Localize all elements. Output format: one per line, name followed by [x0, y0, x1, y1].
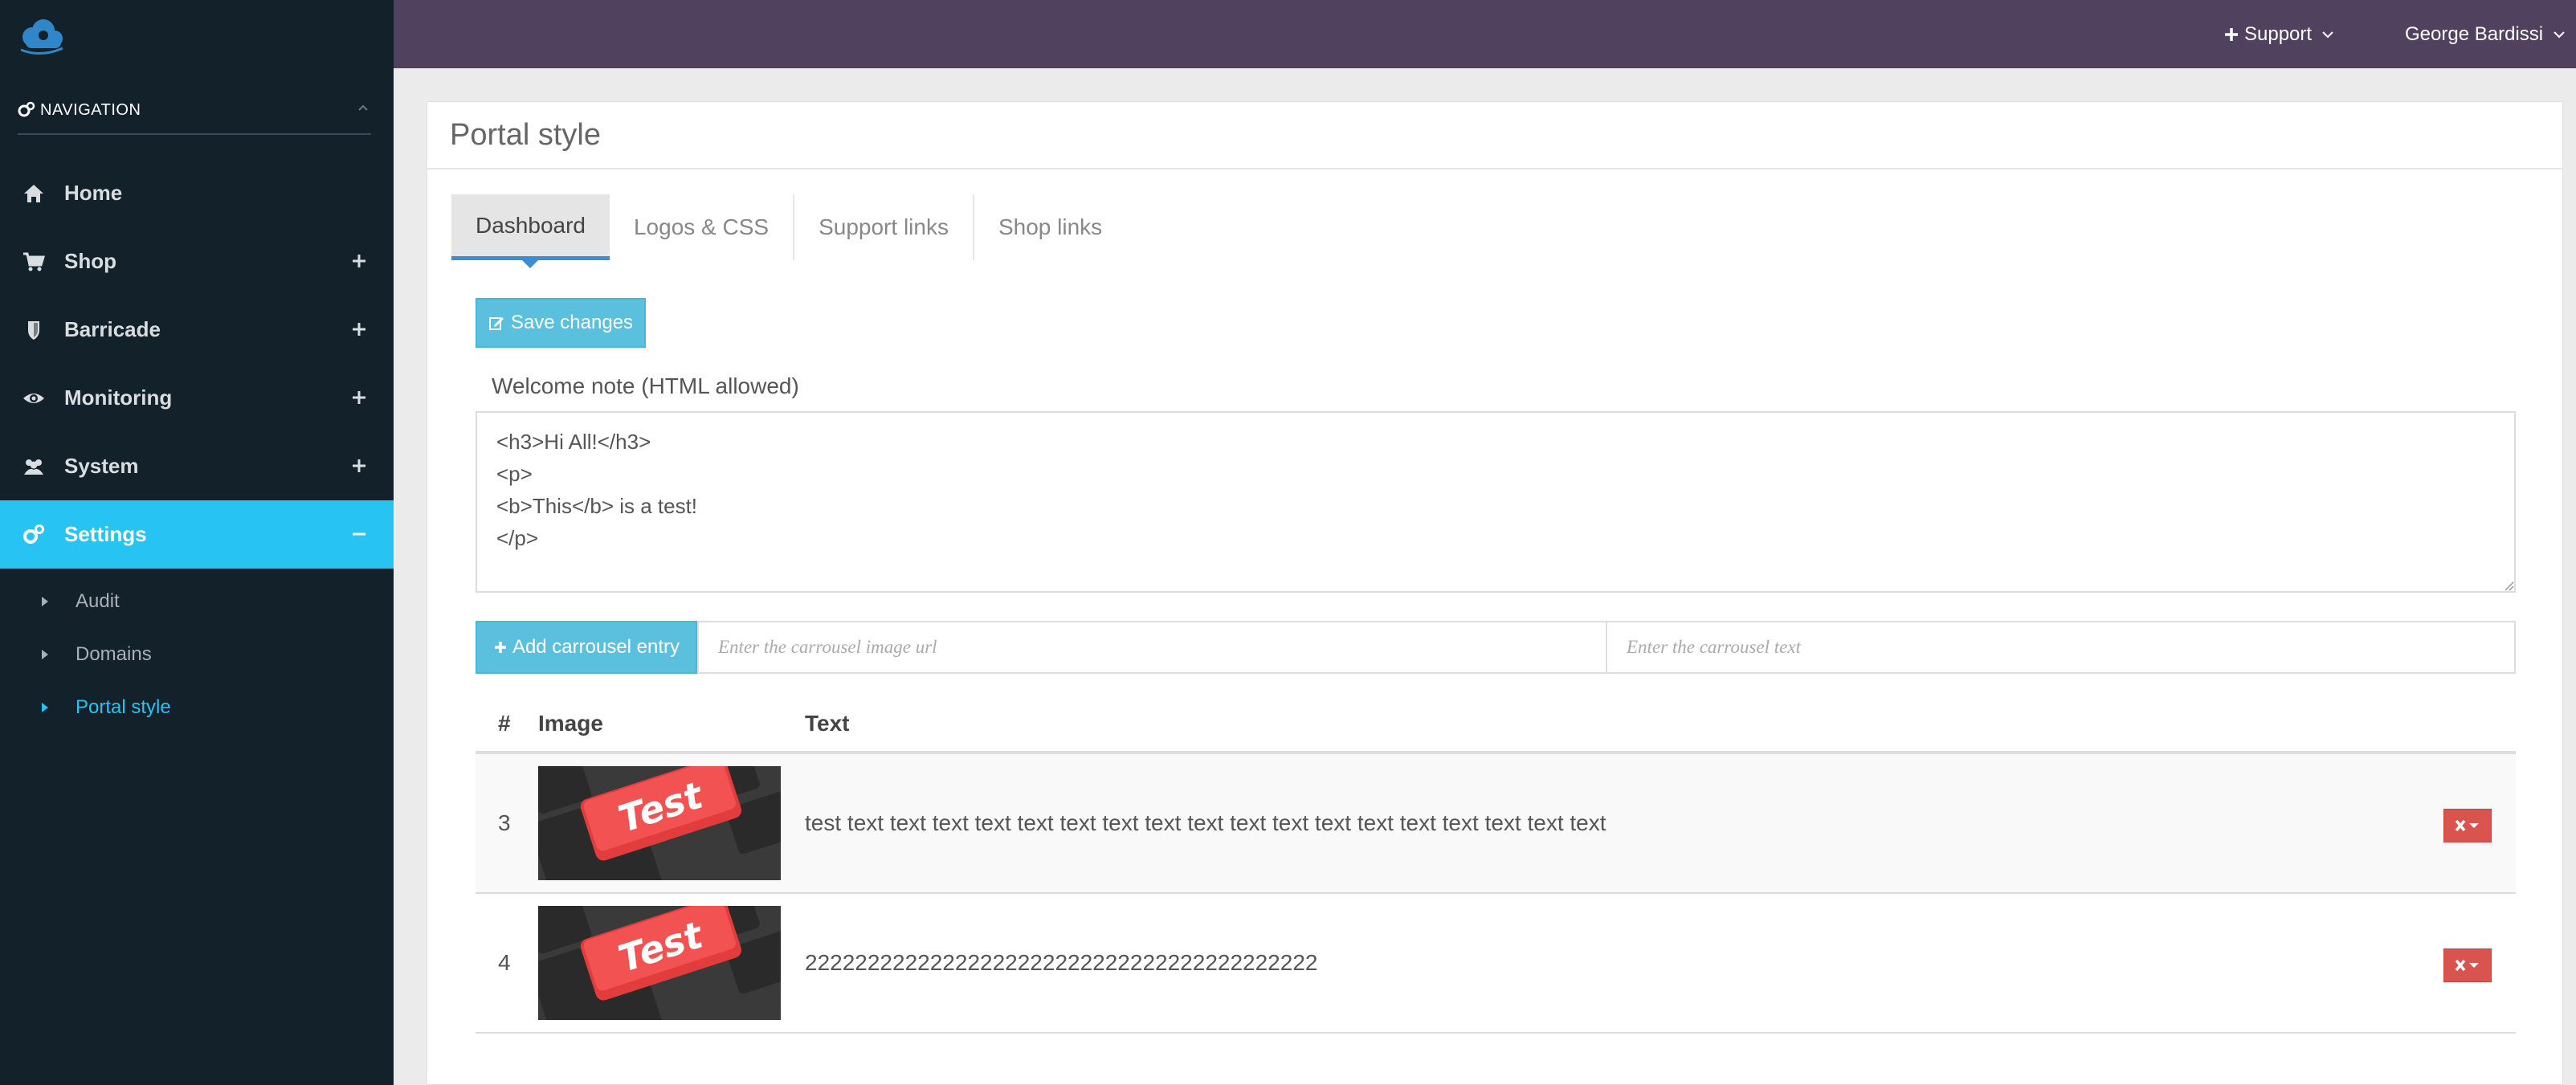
table-row: 4 Test 222222222222222222222222222222222… [476, 894, 2516, 1034]
plus-icon[interactable] [350, 320, 368, 338]
carrousel-entry-form: Add carrousel entry [476, 621, 2516, 674]
portal-style-panel: Portal style Dashboard Logos & CSS Suppo… [427, 101, 2563, 1085]
page-title: Portal style [427, 102, 2562, 169]
cart-icon [23, 252, 45, 271]
settings-submenu: Audit Domains Portal style [0, 569, 394, 734]
add-carrousel-label: Add carrousel entry [512, 636, 680, 658]
sidebar-item-label: Shop [64, 249, 116, 273]
row-delete-dropdown-button[interactable] [2443, 948, 2492, 982]
plus-icon[interactable] [350, 457, 368, 475]
tab-bar: Dashboard Logos & CSS Support links Shop… [451, 194, 1126, 268]
row-text: 2222222222222222222222222222222222222222… [805, 950, 1318, 975]
minus-icon[interactable] [350, 525, 368, 543]
row-text: test text text text text text text text … [805, 810, 1606, 835]
sidebar-subitem-label: Audit [76, 590, 120, 612]
sidebar-item-label: Home [64, 181, 123, 205]
column-header-text: Text [805, 711, 850, 736]
support-label: Support [2244, 22, 2313, 45]
carrousel-image-url-input[interactable] [697, 621, 1607, 674]
sidebar-item-monitoring[interactable]: Monitoring [0, 364, 394, 432]
support-menu[interactable]: Support [2223, 0, 2334, 68]
carrousel-text-input[interactable] [1607, 621, 2516, 674]
gears-icon [23, 524, 44, 544]
plus-icon [494, 642, 506, 653]
navigation-header: NAVIGATION [18, 87, 371, 135]
tab-shop-links[interactable]: Shop links [974, 194, 1126, 260]
shield-icon [28, 320, 39, 340]
caret-right-icon [42, 703, 48, 712]
sidebar-item-label: Monitoring [64, 385, 173, 410]
sidebar-subitem-label: Portal style [76, 696, 171, 718]
welcome-note-label: Welcome note (HTML allowed) [492, 373, 799, 398]
sidebar-item-barricade[interactable]: Barricade [0, 296, 394, 364]
sidebar: NAVIGATION Home Shop Barricade Monitorin… [0, 0, 394, 1085]
row-delete-dropdown-button[interactable] [2443, 809, 2492, 842]
tab-logos-css[interactable]: Logos & CSS [610, 194, 795, 260]
sidebar-menu: Home Shop Barricade Monitoring System Se… [0, 159, 394, 734]
sidebar-item-system[interactable]: System [0, 432, 394, 500]
user-menu[interactable]: George Bardissi [2405, 0, 2566, 68]
sidebar-item-shop[interactable]: Shop [0, 227, 394, 296]
row-number: 4 [498, 950, 511, 975]
home-icon [24, 184, 43, 202]
sidebar-item-home[interactable]: Home [0, 159, 394, 227]
plus-icon[interactable] [350, 389, 368, 406]
sidebar-subitem-domains[interactable]: Domains [0, 628, 394, 681]
tab-dashboard[interactable]: Dashboard [451, 194, 610, 268]
sidebar-item-label: Settings [64, 522, 147, 546]
row-image-cell: Test [538, 906, 805, 1020]
top-bar: Support George Bardissi [394, 0, 2576, 68]
navigation-header-label: NAVIGATION [40, 100, 141, 119]
edit-icon [488, 317, 504, 330]
welcome-note-textarea[interactable]: <h3>Hi All!</h3> <p> <b>This</b> is a te… [476, 411, 2516, 593]
save-changes-label: Save changes [510, 312, 634, 333]
table-header: # Image Text [476, 696, 2516, 754]
sidebar-item-settings[interactable]: Settings [0, 500, 394, 569]
chevron-down-icon [2554, 31, 2565, 38]
table-row: 3 Test test text text text text text tex… [476, 754, 2516, 894]
add-carrousel-entry-button[interactable]: Add carrousel entry [476, 621, 697, 674]
caret-right-icon [42, 650, 48, 659]
plus-icon [2225, 27, 2238, 41]
sidebar-subitem-audit[interactable]: Audit [0, 575, 394, 628]
keyboard-test-key-image: Test [538, 906, 781, 1020]
cloud-logo-icon[interactable] [14, 16, 67, 56]
sidebar-subitem-portal-style[interactable]: Portal style [0, 681, 394, 734]
row-image-cell: Test [538, 766, 805, 880]
resize-grip-icon[interactable] [2503, 580, 2514, 591]
keyboard-test-key-image: Test [538, 766, 781, 880]
eye-icon [23, 393, 44, 403]
delete-icon [2455, 959, 2479, 972]
gears-icon [18, 101, 35, 117]
tab-support-links[interactable]: Support links [794, 194, 974, 260]
plus-icon[interactable] [350, 252, 368, 270]
delete-icon [2455, 819, 2479, 832]
chevron-up-icon[interactable] [355, 100, 371, 116]
caret-right-icon [42, 597, 48, 606]
user-name: George Bardissi [2405, 22, 2544, 45]
carrousel-table: # Image Text 3 Test test text text text … [476, 696, 2516, 1034]
users-icon [24, 459, 43, 475]
column-header-number: # [498, 711, 511, 736]
sidebar-item-label: Barricade [64, 317, 161, 341]
row-number: 3 [498, 810, 511, 835]
sidebar-item-label: System [64, 454, 139, 478]
save-changes-button[interactable]: Save changes [476, 298, 646, 348]
chevron-down-icon [2322, 31, 2333, 38]
column-header-image: Image [538, 711, 603, 736]
sidebar-subitem-label: Domains [76, 643, 152, 665]
